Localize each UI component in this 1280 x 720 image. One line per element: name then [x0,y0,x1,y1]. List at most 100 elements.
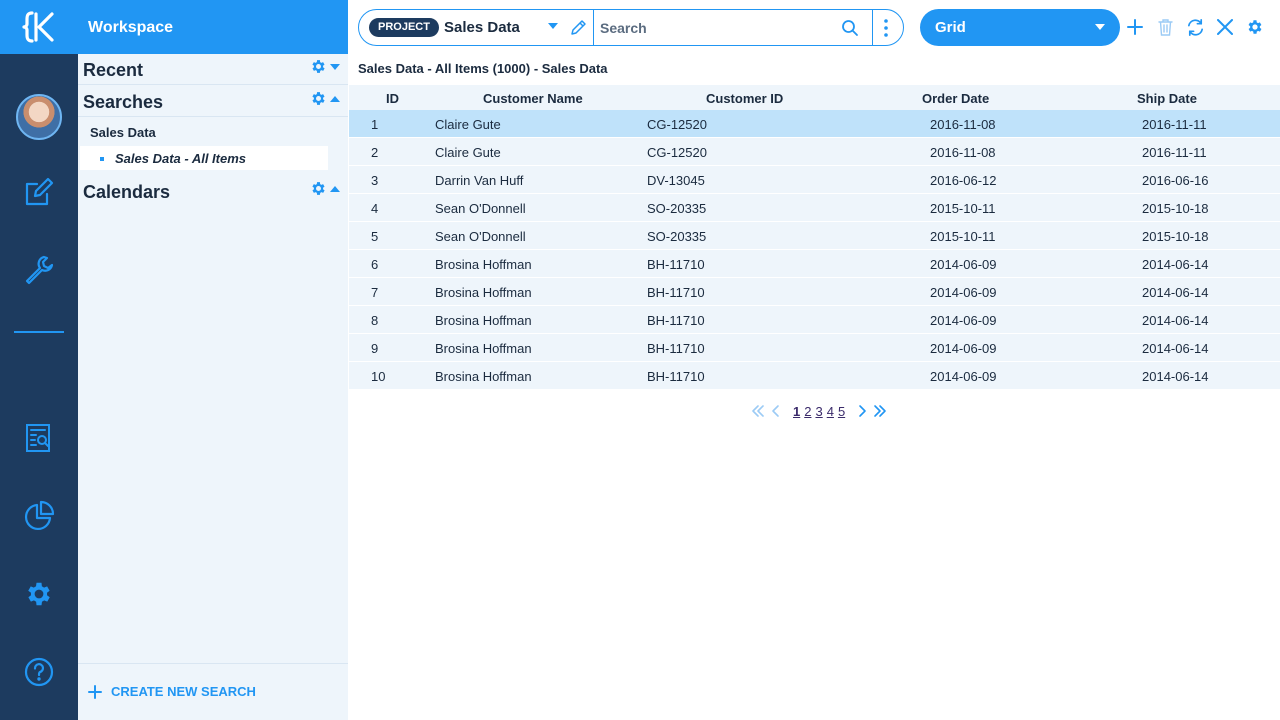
data-grid: ID Customer Name Customer ID Order Date … [349,85,1280,390]
cell-customer-id: BH-11710 [647,257,705,272]
cell-order-date: 2014-06-09 [930,257,997,272]
project-selector[interactable]: Sales Data [444,19,520,36]
logo-icon[interactable] [0,0,78,54]
recent-controls [310,58,340,75]
cell-id: 5 [371,229,379,244]
caret-down-icon[interactable] [330,63,340,71]
cell-id: 1 [371,117,379,132]
table-row[interactable]: 4 Sean O'Donnell SO-20335 2015-10-11 2015-10… [349,194,1280,222]
gear-icon[interactable] [1245,17,1265,37]
recent-title[interactable]: Recent [83,60,143,81]
gear-icon[interactable] [310,90,327,107]
next-page-icon[interactable] [853,402,871,420]
cell-order-date: 2014-06-09 [930,313,997,328]
cell-customer-id: BH-11710 [647,369,705,384]
searches-title[interactable]: Searches [83,92,163,113]
plus-icon[interactable] [1125,17,1145,37]
page-link[interactable]: 3 [815,404,822,419]
edit-icon[interactable] [0,164,78,220]
cell-customer-name: Claire Gute [435,145,501,160]
search-input[interactable] [593,10,873,45]
cell-order-date: 2015-10-11 [930,229,996,244]
left-rail [0,0,78,720]
page-link[interactable]: 1 [793,404,800,419]
cell-order-date: 2014-06-09 [930,341,997,356]
page-link[interactable]: 4 [827,404,834,419]
cell-ship-date: 2014-06-14 [1142,313,1209,328]
tree-folder-sales-data[interactable]: Sales Data [90,125,156,140]
column-header-order-date[interactable]: Order Date [922,91,989,106]
cell-customer-name: Brosina Hoffman [435,257,532,272]
table-row[interactable]: 9 Brosina Hoffman BH-11710 2014-06-09 2014-0… [349,334,1280,362]
trash-icon[interactable] [1155,17,1175,37]
column-header-ship-date[interactable]: Ship Date [1137,91,1197,106]
create-new-search-button[interactable]: CREATE NEW SEARCH [88,684,256,699]
pencil-icon[interactable] [570,18,588,36]
table-row[interactable]: 2 Claire Gute CG-12520 2016-11-08 2016-11-11 [349,138,1280,166]
cell-order-date: 2015-10-11 [930,201,996,216]
gear-icon[interactable] [310,58,327,75]
table-row[interactable]: 1 Claire Gute CG-12520 2016-11-08 2016-11-11 [349,110,1280,138]
cell-id: 3 [371,173,379,188]
view-selector[interactable]: Grid [920,9,1120,46]
wrench-icon[interactable] [0,242,78,298]
help-icon[interactable] [0,644,78,700]
cell-ship-date: 2016-06-16 [1142,173,1209,188]
report-search-icon[interactable] [0,410,78,466]
table-row[interactable]: 6 Brosina Hoffman BH-11710 2014-06-09 2014-0… [349,250,1280,278]
cell-customer-name: Brosina Hoffman [435,313,532,328]
pie-chart-icon[interactable] [0,488,78,544]
cell-customer-name: Darrin Van Huff [435,173,524,188]
project-dropdown-caret[interactable] [548,23,558,29]
last-page-icon[interactable] [871,402,889,420]
cell-customer-name: Sean O'Donnell [435,201,526,216]
user-avatar[interactable] [0,89,78,145]
grid-body: 1 Claire Gute CG-12520 2016-11-08 2016-11-11… [349,110,1280,390]
kebab-icon[interactable] [874,16,898,40]
cell-ship-date: 2014-06-14 [1142,369,1209,384]
cell-id: 2 [371,145,379,160]
prev-page-icon[interactable] [767,402,785,420]
cell-customer-name: Sean O'Donnell [435,229,526,244]
search-icon[interactable] [841,19,859,37]
avatar [16,94,62,140]
gear-icon[interactable] [310,180,327,197]
cell-customer-id: CG-12520 [647,145,707,160]
column-header-customer-id[interactable]: Customer ID [706,91,783,106]
refresh-icon[interactable] [1185,17,1205,37]
cell-id: 8 [371,313,379,328]
page-link[interactable]: 2 [804,404,811,419]
table-row[interactable]: 10 Brosina Hoffman BH-11710 2014-06-09 2014-… [349,362,1280,390]
grid-header: ID Customer Name Customer ID Order Date … [349,85,1280,110]
cell-ship-date: 2014-06-14 [1142,285,1209,300]
cell-ship-date: 2016-11-11 [1142,117,1207,132]
page-link[interactable]: 5 [838,404,845,419]
table-row[interactable]: 3 Darrin Van Huff DV-13045 2016-06-12 2016-0… [349,166,1280,194]
cell-customer-name: Brosina Hoffman [435,369,532,384]
cell-customer-name: Brosina Hoffman [435,285,532,300]
caret-up-icon[interactable] [330,185,340,193]
cell-ship-date: 2015-10-18 [1142,229,1209,244]
plus-icon [88,684,102,699]
gear-icon[interactable] [0,566,78,622]
cell-order-date: 2016-11-08 [930,117,996,132]
cell-customer-id: SO-20335 [647,229,707,244]
cell-customer-id: BH-11710 [647,341,705,356]
first-page-icon[interactable] [749,402,767,420]
caret-up-icon[interactable] [330,95,340,103]
cell-id: 10 [371,369,386,384]
table-row[interactable]: 8 Brosina Hoffman BH-11710 2014-06-09 2014-0… [349,306,1280,334]
cell-order-date: 2014-06-09 [930,369,997,384]
column-header-customer-name[interactable]: Customer Name [483,91,583,106]
tree-item-sales-data-all-items[interactable]: Sales Data - All Items [80,146,328,170]
column-header-id[interactable]: ID [386,91,399,106]
table-row[interactable]: 5 Sean O'Donnell SO-20335 2015-10-11 2015-10… [349,222,1280,250]
section-divider [78,116,348,117]
cell-ship-date: 2016-11-11 [1142,145,1207,160]
pagination: 12345 [749,402,889,420]
table-row[interactable]: 7 Brosina Hoffman BH-11710 2014-06-09 2014-0… [349,278,1280,306]
section-divider [78,663,348,664]
calendars-title[interactable]: Calendars [83,182,170,203]
calendars-controls [310,180,340,197]
close-icon[interactable] [1215,17,1235,37]
